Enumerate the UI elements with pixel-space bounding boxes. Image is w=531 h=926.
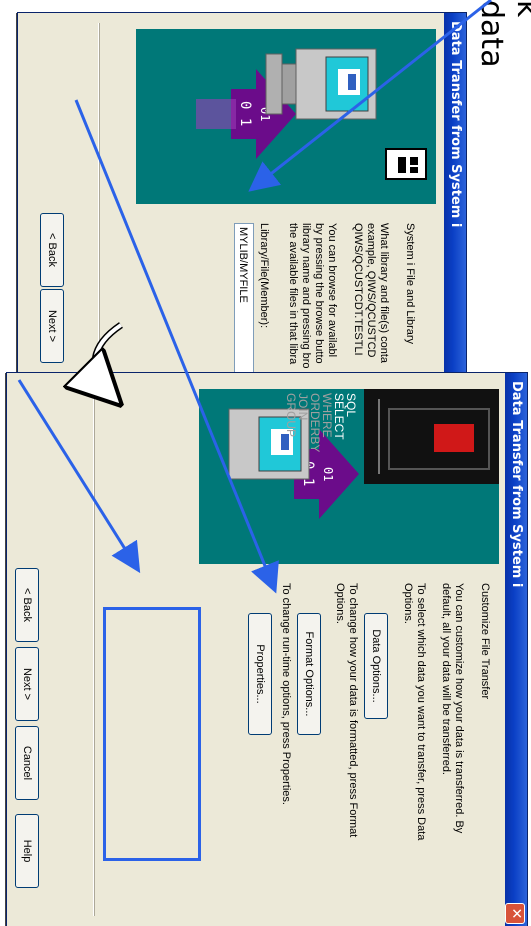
dialog2-title: Data Transfer from System i [509, 381, 524, 588]
dialog2-para1-line1: You can customize how your data is trans… [453, 583, 465, 834]
dialog1-para2-line4: the available files in that libra [287, 223, 299, 365]
library-file-label: Library/File(Member): [258, 223, 270, 329]
sql-word: GROUP [284, 393, 298, 438]
dialog2-titlebar: Data Transfer from System i [505, 373, 527, 926]
close-icon[interactable]: ✕ [505, 903, 525, 924]
dialog2-heading: Customize File Transfer [479, 583, 491, 700]
dialog2-separator [93, 383, 95, 916]
properties-button[interactable]: Properties... [248, 613, 272, 735]
dialog2-para3-line1: To change how your data is formatted, pr… [347, 583, 359, 838]
sql-word: SELECT [332, 393, 346, 440]
annotation-partial-label: k [510, 0, 531, 17]
sql-word: SQL [344, 393, 358, 418]
format-options-button[interactable]: Format Options... [297, 613, 321, 735]
dialog2-help-button[interactable]: Help [15, 814, 39, 888]
annotation-data-label: data [474, 0, 509, 68]
computer-transfer-illustration: 0 1 01 [196, 48, 427, 180]
dialog1-next-button[interactable]: Next > [40, 289, 64, 363]
svg-text:0 1: 0 1 [237, 101, 253, 126]
sql-keyword-list: SQL SELECT WHERE ORDERBY JOIN GROUP [284, 393, 358, 483]
dialog2-para1-line2: default, all your data will be transferr… [440, 583, 452, 775]
dialog1-back-button[interactable]: < Back [40, 213, 64, 287]
dialog-customize-transfer: Data Transfer from System i ✕ 0 1 01 [6, 372, 528, 926]
dialog2-para2-line1: To select which data you want to transfe… [415, 583, 427, 841]
dialog1-para2-line3: library name and pressing bro [300, 223, 312, 369]
dialog1-title: Data Transfer from System i [448, 21, 463, 228]
dialog1-para2-line1: You can browse for availabl [326, 223, 338, 358]
dialog1-para2-line2: by pressing the browse butto [313, 223, 325, 364]
dialog2-illustration: 0 1 01 SQL SELECT WHERE ORDERBY JOIN GRO… [199, 389, 499, 564]
dialog2-back-button[interactable]: < Back [15, 568, 39, 642]
dialog1-para1-line2: example, QIWS/QCUSTCD [365, 223, 377, 358]
highlight-box [103, 607, 201, 861]
dialog2-next-button[interactable]: Next > [15, 647, 39, 721]
sql-word: ORDERBY [308, 393, 322, 453]
rotated-screenshot: Data Transfer from System i 0 1 01 Syste… [0, 0, 531, 926]
dialog2-cancel-button[interactable]: Cancel [15, 726, 39, 800]
dialog1-illustration: 0 1 01 [136, 29, 436, 204]
dialog1-heading: System i File and Library [404, 223, 416, 345]
dialog2-para2-line2: Options. [402, 583, 414, 624]
dialog1-para1-line1: What library and file(s) conta [378, 223, 390, 363]
dialog2-para3-line2: Options. [334, 583, 346, 624]
data-options-button[interactable]: Data Options... [364, 613, 388, 719]
dialog1-para1-line3: QIWS/QCUSTCDT.TESTLI [352, 223, 364, 356]
dialog2-para4: To change run-time options, press Proper… [280, 583, 292, 805]
